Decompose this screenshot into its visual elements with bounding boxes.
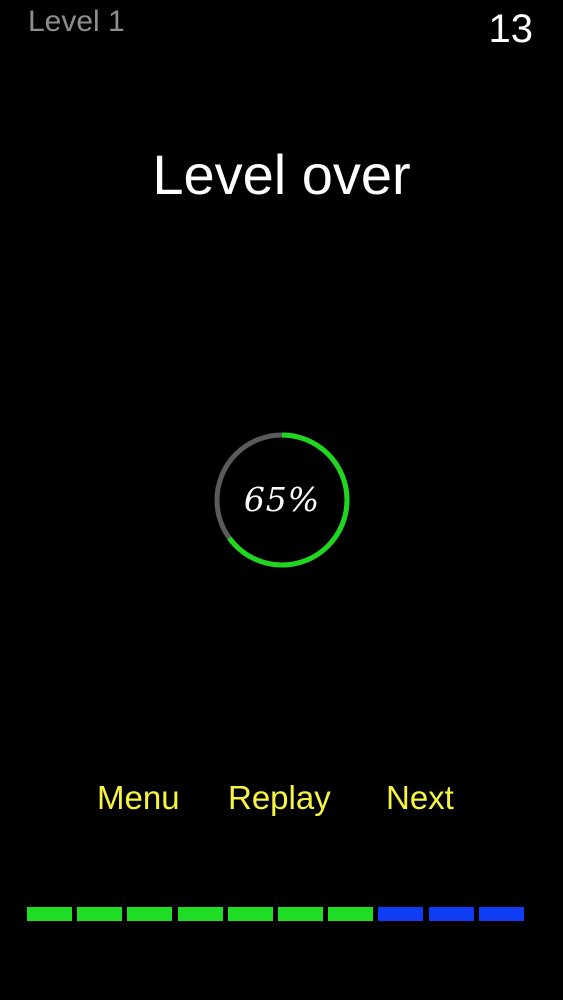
stage-segment-completed bbox=[77, 907, 122, 921]
stage-segment-completed bbox=[27, 907, 72, 921]
menu-button[interactable]: Menu bbox=[97, 777, 180, 819]
score-counter: 13 bbox=[488, 7, 534, 51]
stage-segment-completed bbox=[328, 907, 373, 921]
progress-percent-label: 65% bbox=[243, 480, 321, 519]
stage-segment-completed bbox=[228, 907, 273, 921]
stage-segment-remaining bbox=[378, 907, 423, 921]
level-label: Level 1 bbox=[28, 5, 125, 38]
stage-segment-completed bbox=[127, 907, 172, 921]
next-button[interactable]: Next bbox=[386, 777, 454, 819]
level-over-title: Level over bbox=[152, 143, 411, 206]
stage-segment-remaining bbox=[429, 907, 474, 921]
stage-segment-completed bbox=[278, 907, 323, 921]
progress-ring: 65% bbox=[213, 431, 351, 569]
stage-segment-remaining bbox=[479, 907, 524, 921]
stage-segment-completed bbox=[178, 907, 223, 921]
replay-button[interactable]: Replay bbox=[228, 777, 331, 819]
stage-progress-bar bbox=[27, 907, 527, 921]
